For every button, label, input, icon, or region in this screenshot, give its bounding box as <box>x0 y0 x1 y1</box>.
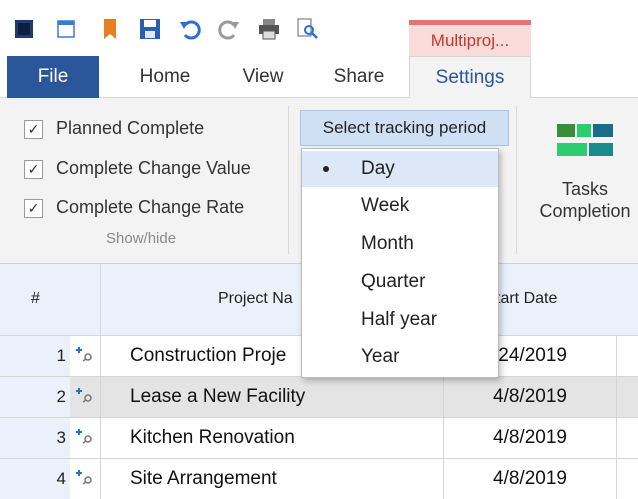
cell-divider <box>616 377 617 417</box>
menu-item-label: Month <box>361 233 414 254</box>
header-divider <box>100 264 101 336</box>
project-name: Kitchen Renovation <box>130 427 295 448</box>
tasks-completion-icon[interactable] <box>557 122 613 160</box>
quick-access-toolbar <box>0 0 638 56</box>
planned-complete-label: Planned Complete <box>56 118 205 138</box>
bookmark-icon[interactable] <box>99 18 121 40</box>
tab-file[interactable]: File <box>7 56 99 98</box>
project-name: Site Arrangement <box>130 468 277 489</box>
menu-item-month[interactable]: Month <box>302 226 498 262</box>
ribbon-tabs: File Home View Share Settings <box>0 56 638 99</box>
tracking-period-menu: Day Week Month Quarter Half year Year <box>301 148 499 378</box>
app-icon[interactable] <box>13 18 35 40</box>
project-name: Lease a New Facility <box>130 386 306 407</box>
menu-item-week[interactable]: Week <box>302 188 498 224</box>
menu-item-year[interactable]: Year <box>302 339 498 375</box>
menu-item-label: Year <box>361 346 400 367</box>
project-link-icon[interactable] <box>74 344 96 366</box>
menu-item-quarter[interactable]: Quarter <box>302 264 498 300</box>
complete-change-value-checkbox[interactable]: ✓ <box>24 160 43 179</box>
cell-divider <box>443 459 444 499</box>
cell-divider <box>100 336 101 376</box>
complete-change-value-label: Complete Change Value <box>56 158 251 178</box>
tab-settings[interactable]: Settings <box>409 56 531 99</box>
menu-item-label: Day <box>361 158 395 179</box>
cell-divider <box>100 377 101 417</box>
row-number: 4 <box>0 459 70 499</box>
tab-home[interactable]: Home <box>120 56 210 98</box>
project-name: Construction Proje <box>130 345 287 366</box>
cell-divider <box>616 459 617 499</box>
row-number: 3 <box>0 418 70 458</box>
cell-divider <box>100 459 101 499</box>
menu-item-label: Week <box>361 195 410 216</box>
cell-divider <box>616 418 617 458</box>
column-header-start-date[interactable]: tart Date <box>496 290 557 308</box>
complete-change-rate-checkbox[interactable]: ✓ <box>24 199 43 218</box>
column-header-project-name[interactable]: Project Na <box>218 290 293 308</box>
start-date: 4/8/2019 <box>493 427 567 448</box>
table-row[interactable]: 3 Kitchen Renovation 4/8/2019 <box>0 418 638 459</box>
start-date: 4/8/2019 <box>493 468 567 489</box>
tab-share[interactable]: Share <box>318 56 400 98</box>
row-number: 1 <box>0 336 70 376</box>
table-row[interactable]: 2 Lease a New Facility 4/8/2019 <box>0 377 638 418</box>
print-preview-icon[interactable] <box>296 18 318 40</box>
project-link-icon[interactable] <box>74 467 96 489</box>
project-link-icon[interactable] <box>74 426 96 448</box>
tracking-period-dropdown[interactable]: Select tracking period <box>300 110 509 146</box>
selected-bullet-icon <box>323 166 329 172</box>
tab-view[interactable]: View <box>223 56 303 98</box>
tab-multiproject-context[interactable]: Multiproj... <box>409 20 531 56</box>
undo-icon[interactable] <box>179 18 201 40</box>
planned-complete-checkbox[interactable]: ✓ <box>24 120 43 139</box>
complete-change-rate-label: Complete Change Rate <box>56 197 245 217</box>
cell-divider <box>100 418 101 458</box>
menu-item-half-year[interactable]: Half year <box>302 302 498 338</box>
row-number: 2 <box>0 377 70 417</box>
group-divider <box>516 106 517 254</box>
group-divider <box>288 106 289 254</box>
redo-icon[interactable] <box>218 18 240 40</box>
menu-item-label: Half year <box>361 309 438 330</box>
menu-item-label: Quarter <box>361 271 426 292</box>
cell-divider <box>616 336 617 376</box>
menu-item-day[interactable]: Day <box>302 151 498 187</box>
column-header-number[interactable]: # <box>31 290 40 308</box>
print-icon[interactable] <box>258 18 280 40</box>
cell-divider <box>443 418 444 458</box>
table-row[interactable]: 4 Site Arrangement 4/8/2019 <box>0 459 638 499</box>
window-icon[interactable] <box>55 18 77 40</box>
project-link-icon[interactable] <box>74 385 96 407</box>
cell-divider <box>443 377 444 417</box>
save-icon[interactable] <box>139 18 161 40</box>
start-date: 4/8/2019 <box>493 386 567 407</box>
tasks-completion-label[interactable]: Tasks Completion <box>520 178 638 222</box>
show-hide-group-label: Show/hide <box>106 230 177 247</box>
